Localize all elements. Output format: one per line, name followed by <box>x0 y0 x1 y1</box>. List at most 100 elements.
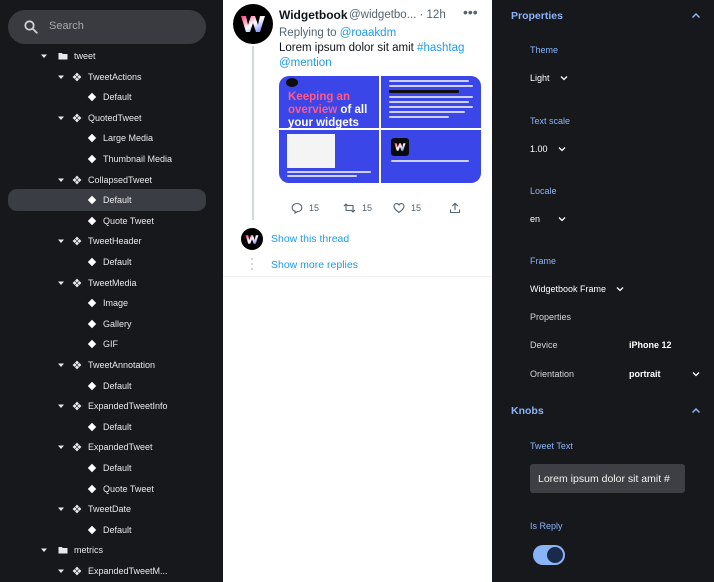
tree-component[interactable]: ExpandedTweetM... <box>8 561 206 581</box>
tree-item-label: ExpandedTweetInfo <box>88 401 168 412</box>
chevron-down-icon[interactable] <box>692 370 700 378</box>
tree-item-label: Large Media <box>103 133 154 144</box>
tree-item-label: Gallery <box>103 318 132 329</box>
tree-item-label: Default <box>103 257 132 267</box>
tree-component[interactable]: CollapsedTweet <box>8 170 206 190</box>
reply-button[interactable]: 15 <box>291 202 319 214</box>
tweet-text-body: Lorem ipsum dolor sit amit <box>279 42 418 54</box>
share-button[interactable] <box>449 202 467 214</box>
tree-component[interactable]: TweetAnnotation <box>8 355 206 375</box>
caret-down-icon[interactable] <box>56 236 66 246</box>
frame-properties-label: Properties <box>530 312 572 322</box>
is-reply-toggle[interactable] <box>533 545 565 565</box>
tree-item-label: Default <box>103 92 132 103</box>
locale-value: en <box>530 214 541 224</box>
tree-folder[interactable]: metrics <box>8 540 206 560</box>
avatar[interactable] <box>233 4 273 44</box>
tree-component[interactable]: ExpandedTweet <box>8 437 206 457</box>
component-icon <box>72 442 82 452</box>
tree-item-label: Default <box>103 463 132 473</box>
media-image-1[interactable]: Keeping an overview of all your widgets <box>279 76 379 128</box>
tweet-author-name[interactable]: Widgetbook <box>279 8 348 22</box>
tree-usecase[interactable]: Default <box>8 189 206 212</box>
tree-usecase[interactable]: Default <box>8 458 206 478</box>
caret-down-icon[interactable] <box>56 360 66 370</box>
tree-component[interactable]: TweetActions <box>8 67 206 87</box>
caret-down-icon[interactable] <box>56 566 66 576</box>
tree-usecase[interactable]: Quote Tweet <box>8 211 206 231</box>
tree-item-label: Image <box>103 298 129 309</box>
tree-item-label: Quote Tweet <box>103 215 154 226</box>
tweet-media-gallery[interactable]: Keeping an overview of all your widgets <box>279 76 481 183</box>
tweet-text-input[interactable]: Lorem ipsum dolor sit amit # <box>530 464 685 493</box>
media-image-2[interactable] <box>381 76 481 128</box>
text-scale-value: 1.00 <box>530 144 548 154</box>
hashtag-link[interactable]: #hashtag <box>417 42 464 54</box>
media-image-4[interactable] <box>381 130 481 183</box>
show-thread-link[interactable]: Show this thread <box>271 233 349 245</box>
tree-usecase[interactable]: Quote Tweet <box>8 479 206 499</box>
tree-component[interactable]: QuotedTweet <box>8 108 206 128</box>
chevron-up-icon[interactable] <box>691 11 701 21</box>
caret-down-icon[interactable] <box>56 175 66 185</box>
caret-down-icon[interactable] <box>56 442 66 452</box>
tree-folder[interactable]: tweet <box>8 46 206 66</box>
show-more-replies-link[interactable]: Show more replies <box>271 259 358 271</box>
media-image-3[interactable] <box>279 130 379 183</box>
search-input[interactable]: Search <box>49 20 84 32</box>
caret-down-icon[interactable] <box>39 51 49 61</box>
tree-usecase[interactable]: Default <box>8 520 206 540</box>
chevron-down-icon <box>560 76 567 81</box>
caret-down-icon[interactable] <box>56 113 66 123</box>
chevron-up-icon[interactable] <box>691 406 701 416</box>
media-text-line <box>389 111 465 113</box>
retweet-button[interactable]: 15 <box>343 202 372 214</box>
caret-down-icon[interactable] <box>56 278 66 288</box>
component-icon <box>72 113 82 123</box>
tree-usecase[interactable]: Default <box>8 87 206 107</box>
caret-down-icon[interactable] <box>56 401 66 411</box>
tweet-author-handle[interactable]: @widgetbo... <box>349 9 416 21</box>
tree-component[interactable]: ExpandedTweetInfo <box>8 396 206 416</box>
caret-down-icon[interactable] <box>56 72 66 82</box>
thread-dots <box>251 258 253 272</box>
tree-item-label: TweetActions <box>88 71 142 82</box>
tree-usecase[interactable]: Large Media <box>8 128 206 148</box>
tree-usecase[interactable]: Gallery <box>8 314 206 334</box>
theme-label: Theme <box>530 45 559 55</box>
tree-usecase[interactable]: Thumbnail Media <box>8 149 206 169</box>
tree-usecase[interactable]: GIF <box>8 334 206 354</box>
like-button[interactable]: 15 <box>393 202 421 214</box>
device-dropdown[interactable]: iPhone 12 <box>629 340 672 350</box>
orientation-dropdown[interactable]: portrait <box>629 369 661 379</box>
properties-header[interactable]: Properties <box>511 10 563 22</box>
component-icon <box>72 175 82 184</box>
caret-down-icon[interactable] <box>56 504 66 514</box>
thread-avatar[interactable] <box>241 228 263 250</box>
tree-usecase[interactable]: Default <box>8 417 206 437</box>
tree-usecase[interactable]: Image <box>8 293 206 313</box>
replying-to-handle[interactable]: @roaakdm <box>340 27 396 39</box>
locale-dropdown[interactable]: en <box>530 214 566 224</box>
tree-component[interactable]: TweetDate <box>8 499 206 519</box>
usecase-icon <box>87 484 97 493</box>
text-scale-dropdown[interactable]: 1.00 <box>530 144 566 154</box>
folder-icon <box>58 547 68 554</box>
tree-component[interactable]: TweetHeader <box>8 231 206 251</box>
theme-dropdown[interactable]: Light <box>530 73 568 83</box>
usecase-icon <box>87 319 97 328</box>
mention-link[interactable]: @mention <box>279 57 332 69</box>
tree-component[interactable]: TweetMedia <box>8 273 206 293</box>
more-options-icon[interactable]: ••• <box>463 4 478 20</box>
search-bar[interactable]: Search <box>8 10 206 44</box>
component-icon <box>72 236 82 246</box>
tree-usecase[interactable]: Default <box>8 376 206 396</box>
media-text-line <box>287 175 357 177</box>
usecase-icon <box>87 463 97 473</box>
tree-usecase[interactable]: Default <box>8 252 206 272</box>
knobs-header[interactable]: Knobs <box>511 405 544 417</box>
tree-item-label: TweetAnnotation <box>88 360 156 370</box>
caret-down-icon[interactable] <box>39 545 49 555</box>
tree-item-label: Default <box>103 380 132 391</box>
frame-dropdown[interactable]: Widgetbook Frame <box>530 284 624 294</box>
